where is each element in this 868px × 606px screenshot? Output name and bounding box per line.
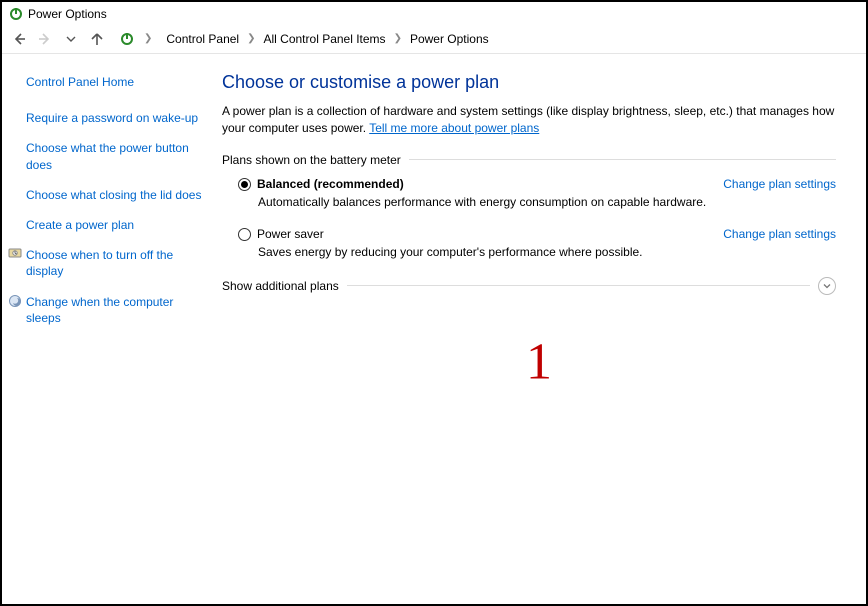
navbar: ❯ Control Panel ❯ All Control Panel Item… [2,24,866,54]
titlebar: Power Options [2,2,866,24]
change-settings-power-saver[interactable]: Change plan settings [723,227,836,241]
sleep-icon [8,294,22,308]
section-header-battery-plans: Plans shown on the battery meter [222,153,836,167]
change-settings-balanced[interactable]: Change plan settings [723,177,836,191]
radio-balanced[interactable] [238,178,251,191]
plan-desc-power-saver: Saves energy by reducing your computer's… [258,245,836,259]
chevron-right-icon: ❯ [245,33,257,44]
plan-title-power-saver[interactable]: Power saver [257,227,324,241]
display-off-icon [8,247,22,261]
sidebar-link-closing-lid[interactable]: Choose what closing the lid does [26,187,202,203]
show-additional-plans[interactable]: Show additional plans [222,277,836,295]
back-button[interactable] [8,28,30,50]
plan-desc-balanced: Automatically balances performance with … [258,195,836,209]
expand-label: Show additional plans [222,279,339,293]
plan-balanced: Balanced (recommended) Change plan setti… [238,177,836,209]
chevron-down-icon[interactable] [818,277,836,295]
page-description: A power plan is a collection of hardware… [222,103,836,137]
sidebar-link-create-plan[interactable]: Create a power plan [26,217,202,233]
address-bar-icon [118,30,136,48]
radio-power-saver[interactable] [238,228,251,241]
sidebar-link-power-button[interactable]: Choose what the power button does [26,140,202,172]
sidebar-link-computer-sleeps[interactable]: Change when the computer sleeps [26,294,202,326]
up-button[interactable] [86,28,108,50]
divider [347,285,810,286]
power-options-icon [8,6,24,22]
page-heading: Choose or customise a power plan [222,72,836,93]
crumb-power-options[interactable]: Power Options [406,30,493,48]
main-panel: Choose or customise a power plan A power… [212,54,866,604]
annotation-marker: 1 [526,333,552,392]
content-area: Control Panel Home Require a password on… [2,54,866,604]
plan-power-saver: Power saver Change plan settings Saves e… [238,227,836,259]
sidebar-link-password-wakeup[interactable]: Require a password on wake-up [26,110,202,126]
plan-title-balanced[interactable]: Balanced (recommended) [257,177,404,191]
breadcrumb[interactable]: Control Panel ❯ All Control Panel Items … [158,27,860,51]
recent-dropdown-icon[interactable] [60,28,82,50]
divider [409,159,836,160]
section-label: Plans shown on the battery meter [222,153,401,167]
forward-button[interactable] [34,28,56,50]
crumb-all-items[interactable]: All Control Panel Items [260,30,390,48]
tell-me-more-link[interactable]: Tell me more about power plans [369,121,539,135]
chevron-right-icon: ❯ [392,33,404,44]
chevron-right-icon[interactable]: ❯ [142,33,154,44]
sidebar-link-turn-off-display[interactable]: Choose when to turn off the display [26,247,202,279]
sidebar: Control Panel Home Require a password on… [2,54,212,604]
control-panel-home-link[interactable]: Control Panel Home [26,74,202,90]
window-title: Power Options [28,7,107,21]
crumb-control-panel[interactable]: Control Panel [162,30,243,48]
